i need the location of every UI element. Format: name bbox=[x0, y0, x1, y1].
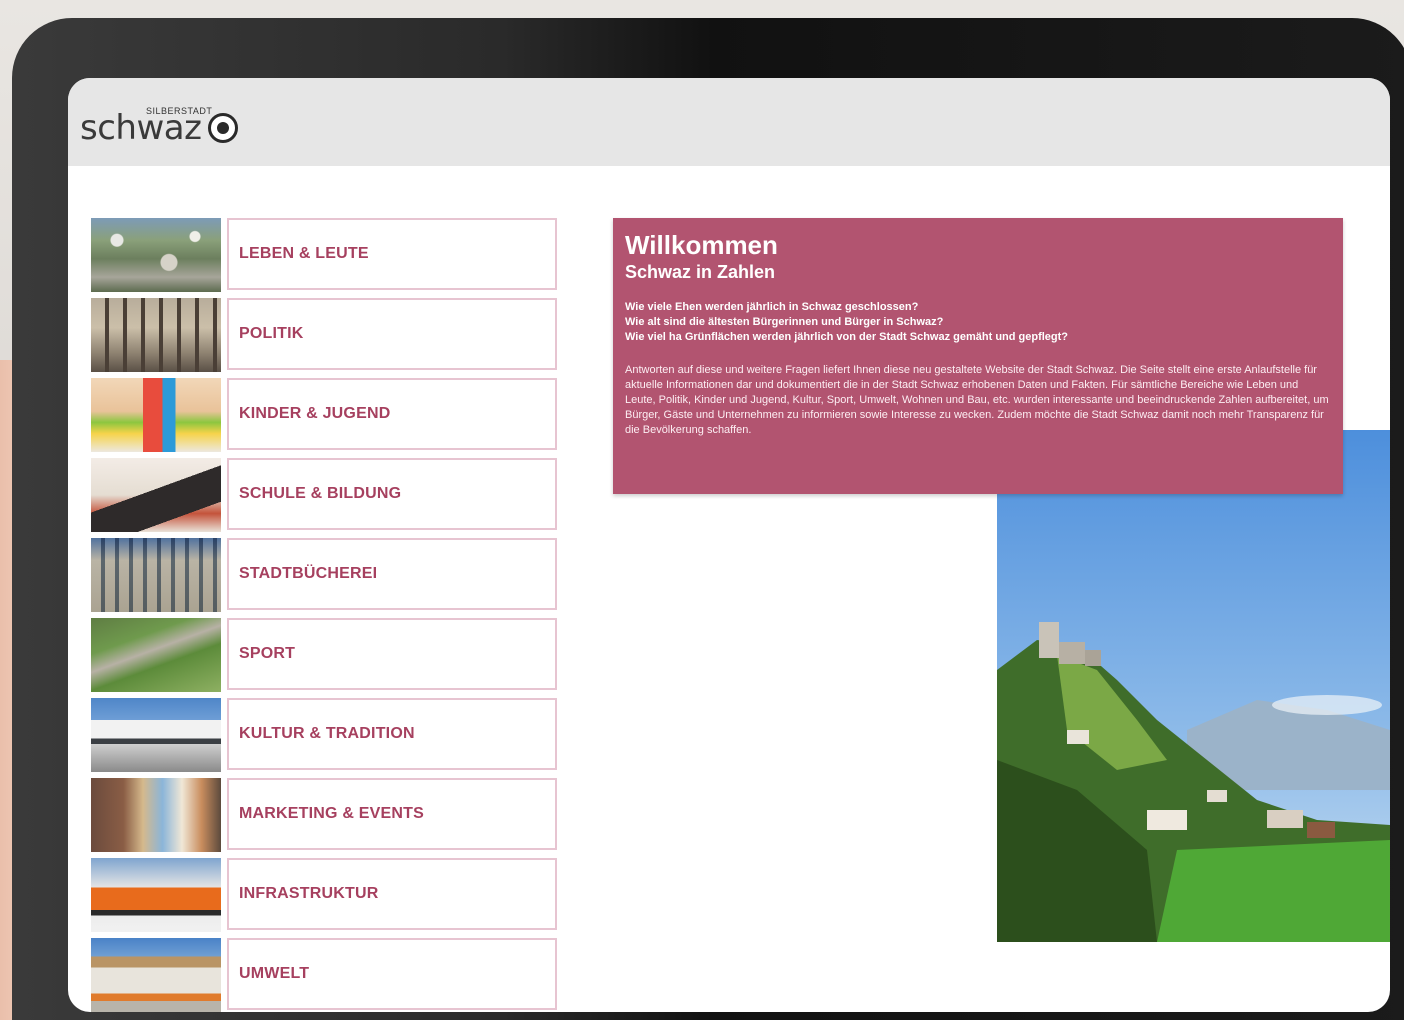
welcome-panel: Willkommen Schwaz in Zahlen Wie viele Eh… bbox=[613, 218, 1343, 494]
castle-landscape-photo bbox=[997, 430, 1390, 942]
menu-label: MARKETING & EVENTS bbox=[239, 805, 424, 822]
menu-item-sport[interactable]: SPORT bbox=[91, 618, 561, 694]
menu-label: SCHULE & BILDUNG bbox=[239, 485, 402, 502]
menu-item-kultur-tradition[interactable]: KULTUR & TRADITION bbox=[91, 698, 561, 774]
menu-label-box: KINDER & JUGEND bbox=[227, 378, 557, 450]
menu-label: UMWELT bbox=[239, 965, 310, 982]
library-building-photo bbox=[91, 538, 221, 612]
logo-wordmark: schwaz bbox=[80, 108, 202, 148]
old-town-street-photo bbox=[91, 778, 221, 852]
menu-label: LEBEN & LEUTE bbox=[239, 245, 369, 262]
menu-item-umwelt[interactable]: UMWELT bbox=[91, 938, 561, 1012]
menu-item-leben-leute[interactable]: LEBEN & LEUTE bbox=[91, 218, 561, 294]
welcome-body: Antworten auf diese und weitere Fragen l… bbox=[625, 364, 1329, 436]
menu-label-box: LEBEN & LEUTE bbox=[227, 218, 557, 290]
menu-label: STADTBÜCHEREI bbox=[239, 565, 378, 582]
aerial-town-photo bbox=[91, 218, 221, 292]
menu-label: KINDER & JUGEND bbox=[239, 405, 391, 422]
menu-label-box: MARKETING & EVENTS bbox=[227, 778, 557, 850]
menu-label-box: UMWELT bbox=[227, 938, 557, 1010]
snow-plough-truck-photo bbox=[91, 858, 221, 932]
town-hall-photo bbox=[91, 298, 221, 372]
menu-label-box: SCHULE & BILDUNG bbox=[227, 458, 557, 530]
child-playing-photo bbox=[91, 378, 221, 452]
sports-field-photo bbox=[91, 618, 221, 692]
menu-label: KULTUR & TRADITION bbox=[239, 725, 415, 742]
welcome-question: Wie alt sind die ältesten Bürgerinnen un… bbox=[625, 316, 944, 328]
menu-label: SPORT bbox=[239, 645, 296, 662]
menu-label-box: SPORT bbox=[227, 618, 557, 690]
menu-label-box: KULTUR & TRADITION bbox=[227, 698, 557, 770]
menu-item-schule-bildung[interactable]: SCHULE & BILDUNG bbox=[91, 458, 561, 534]
culture-building-photo bbox=[91, 698, 221, 772]
welcome-question: Wie viele Ehen werden jährlich in Schwaz… bbox=[625, 301, 919, 313]
student-desk-photo bbox=[91, 458, 221, 532]
menu-item-politik[interactable]: POLITIK bbox=[91, 298, 561, 374]
site-header: SILBERSTADT schwaz bbox=[68, 78, 1390, 166]
recycling-center-photo bbox=[91, 938, 221, 1012]
menu-item-kinder-jugend[interactable]: KINDER & JUGEND bbox=[91, 378, 561, 454]
welcome-question: Wie viel ha Grünflächen werden jährlich … bbox=[625, 331, 1069, 343]
photo-scene: SILBERSTADT schwaz LEBEN & LEUTE POLITIK bbox=[0, 0, 1404, 1020]
menu-item-marketing-events[interactable]: MARKETING & EVENTS bbox=[91, 778, 561, 854]
menu-label: INFRASTRUKTUR bbox=[239, 885, 379, 902]
menu-label-box: STADTBÜCHEREI bbox=[227, 538, 557, 610]
menu-item-stadtbuecherei[interactable]: STADTBÜCHEREI bbox=[91, 538, 561, 614]
welcome-title: Willkommen bbox=[625, 230, 778, 260]
menu-item-infrastruktur[interactable]: INFRASTRUKTUR bbox=[91, 858, 561, 934]
tablet-screen: SILBERSTADT schwaz LEBEN & LEUTE POLITIK bbox=[68, 78, 1390, 1012]
menu-label: POLITIK bbox=[239, 325, 304, 342]
logo-dot-icon bbox=[208, 113, 238, 143]
menu-label-box: POLITIK bbox=[227, 298, 557, 370]
tablet-frame: SILBERSTADT schwaz LEBEN & LEUTE POLITIK bbox=[12, 18, 1404, 1020]
menu-label-box: INFRASTRUKTUR bbox=[227, 858, 557, 930]
welcome-subtitle: Schwaz in Zahlen bbox=[625, 262, 776, 282]
